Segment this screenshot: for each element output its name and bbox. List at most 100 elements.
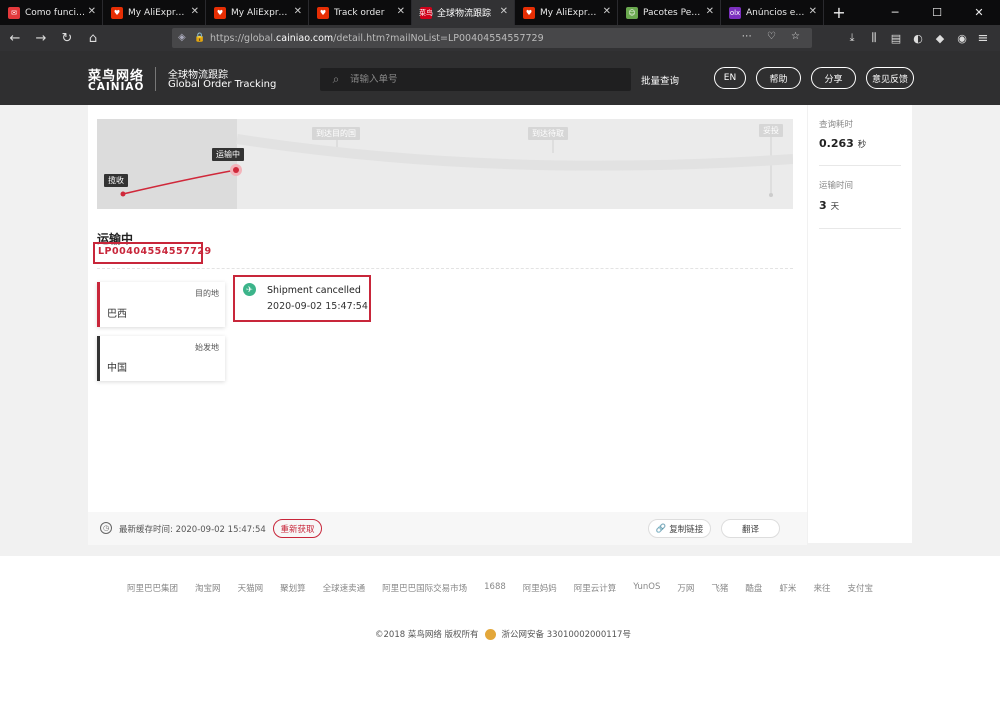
browser-tab[interactable]: ✉ Como funciona ✕ bbox=[0, 0, 103, 25]
extension-icon[interactable]: ◐ bbox=[910, 28, 926, 48]
icp-text[interactable]: 浙公网安备 33010002000117号 bbox=[502, 628, 631, 640]
footer-link[interactable]: 全球速卖通 bbox=[323, 582, 366, 594]
transit-time-value: 3 bbox=[819, 199, 827, 212]
maximize-button[interactable]: ☐ bbox=[916, 0, 958, 25]
download-icon[interactable]: ⤓ bbox=[844, 28, 860, 48]
transit-time: 3天 bbox=[819, 199, 839, 212]
stats-panel: 查询耗时 0.263 秒 运输时间 3天 bbox=[808, 105, 912, 543]
copy-link-label: 复制链接 bbox=[669, 524, 704, 535]
footer-link[interactable]: 阿里云计算 bbox=[574, 582, 617, 594]
clock-icon: ◷ bbox=[100, 522, 112, 534]
event-highlight bbox=[233, 275, 371, 322]
origin-bar bbox=[97, 336, 100, 381]
divider bbox=[97, 268, 793, 269]
window-controls: ─ ☐ ✕ bbox=[874, 0, 1000, 25]
divider bbox=[819, 165, 901, 166]
footer-link[interactable]: 阿里巴巴国际交易市场 bbox=[382, 582, 467, 594]
library-icon[interactable]: ⫼ bbox=[866, 28, 882, 48]
page-actions-icon[interactable]: ⋯ ♡ ☆ bbox=[742, 31, 806, 42]
translate-button[interactable]: 翻译 bbox=[721, 519, 780, 538]
footer-link[interactable]: 天猫网 bbox=[238, 582, 264, 594]
tracking-search-input[interactable] bbox=[350, 74, 631, 85]
transit-time-label: 运输时间 bbox=[819, 181, 854, 191]
share-button[interactable]: 分享 bbox=[811, 67, 856, 89]
forward-icon[interactable]: → bbox=[30, 28, 52, 48]
destination-bar bbox=[97, 282, 100, 327]
browser-tab[interactable]: olx Anúncios em Bo ✕ bbox=[721, 0, 824, 25]
footer-links: 阿里巴巴集团 淘宝网 天猫网 聚划算 全球速卖通 阿里巴巴国际交易市场 1688 阿里妈妈 阿里… bbox=[0, 582, 1000, 594]
tab-favicon-icon: ♥ bbox=[523, 6, 535, 19]
minimize-button[interactable]: ─ bbox=[874, 0, 916, 25]
tab-favicon-icon: olx bbox=[729, 6, 741, 19]
tab-favicon-icon: ☺ bbox=[626, 6, 638, 19]
tab-close-icon[interactable]: ✕ bbox=[500, 6, 508, 17]
tab-favicon-icon: 菜鸟 bbox=[419, 6, 433, 19]
copyright-text: ©2018 菜鸟网络 版权所有 bbox=[375, 630, 479, 640]
footer-link[interactable]: YunOS bbox=[633, 582, 660, 594]
reload-icon[interactable]: ↻ bbox=[56, 28, 78, 48]
refresh-button[interactable]: 重新获取 bbox=[273, 519, 322, 538]
browser-tab[interactable]: 菜鸟 全球物流跟踪 ✕ bbox=[412, 0, 515, 25]
new-tab-button[interactable]: + bbox=[824, 0, 854, 25]
footer-link[interactable]: 淘宝网 bbox=[195, 582, 221, 594]
destination-card: 目的地 巴西 bbox=[97, 282, 225, 327]
tracking-result-card: 揽收 运输中 到达目的国 到达待取 妥投 运输中 LP0040455455772… bbox=[88, 105, 807, 545]
card-footer: ◷ 最新缓存时间: 2020-09-02 15:47:54 重新获取 🔗 复制链… bbox=[88, 512, 807, 545]
destination-label: 目的地 bbox=[195, 289, 219, 298]
query-time-value: 0.263 bbox=[819, 137, 854, 150]
tab-close-icon[interactable]: ✕ bbox=[191, 6, 199, 17]
airplane-icon: ✈ bbox=[243, 283, 256, 296]
footer-link[interactable]: 支付宝 bbox=[847, 582, 873, 594]
footer-link[interactable]: 万网 bbox=[677, 582, 694, 594]
url-bar[interactable]: ◈ 🔒 https://global. cainiao.com/detail.ht… bbox=[172, 28, 812, 48]
query-time-label: 查询耗时 bbox=[819, 120, 854, 130]
footer-link[interactable]: 酷盘 bbox=[745, 582, 762, 594]
tab-close-icon[interactable]: ✕ bbox=[397, 6, 405, 17]
help-button[interactable]: 帮助 bbox=[756, 67, 801, 89]
batch-query-link[interactable]: 批量查询 bbox=[641, 73, 679, 87]
logo-en[interactable]: CAINIAO bbox=[88, 81, 145, 93]
footer-link[interactable]: 来往 bbox=[813, 582, 830, 594]
back-icon[interactable]: ← bbox=[4, 28, 26, 48]
footer-link[interactable]: 1688 bbox=[484, 582, 506, 594]
origin-value: 中国 bbox=[107, 363, 127, 374]
destination-value: 巴西 bbox=[107, 309, 127, 320]
browser-tab[interactable]: ♥ My AliExpress : N ✕ bbox=[103, 0, 206, 25]
browser-tab[interactable]: ♥ My AliExpress : N ✕ bbox=[515, 0, 618, 25]
footer-link[interactable]: 阿里妈妈 bbox=[523, 582, 557, 594]
stage-picked-up: 揽收 bbox=[104, 174, 128, 187]
browser-tab[interactable]: ♥ My AliExpress : N ✕ bbox=[206, 0, 309, 25]
footer-link[interactable]: 阿里巴巴集团 bbox=[127, 582, 178, 594]
site-header: 菜鸟网络 CAINIAO 全球物流跟踪 Global Order Trackin… bbox=[0, 51, 1000, 105]
event-description: Shipment cancelled bbox=[267, 285, 361, 296]
route-line bbox=[120, 129, 793, 197]
browser-tab[interactable]: ♥ Track order ✕ bbox=[309, 0, 412, 25]
link-icon: 🔗 bbox=[655, 523, 667, 534]
tab-close-icon[interactable]: ✕ bbox=[706, 6, 714, 17]
site-subtitle-en: Global Order Tracking bbox=[168, 79, 277, 90]
shield-icon[interactable]: ◈ bbox=[178, 32, 190, 44]
sync-icon[interactable]: ◉ bbox=[954, 28, 970, 48]
cache-time: 最新缓存时间: 2020-09-02 15:47:54 bbox=[119, 525, 266, 535]
tab-close-icon[interactable]: ✕ bbox=[294, 6, 302, 17]
footer-link[interactable]: 飞猪 bbox=[711, 582, 728, 594]
extension-icon[interactable]: ◆ bbox=[932, 28, 948, 48]
url-domain: cainiao.com bbox=[276, 32, 334, 44]
tab-close-icon[interactable]: ✕ bbox=[88, 6, 96, 17]
reader-icon[interactable]: ▤ bbox=[888, 28, 904, 48]
menu-icon[interactable]: ≡ bbox=[972, 28, 994, 48]
language-button[interactable]: EN bbox=[714, 67, 746, 89]
search-icon[interactable]: ⌕ bbox=[328, 72, 344, 88]
tab-close-icon[interactable]: ✕ bbox=[809, 6, 817, 17]
footer-link[interactable]: 聚划算 bbox=[280, 582, 306, 594]
copy-link-button[interactable]: 🔗 复制链接 bbox=[648, 519, 711, 538]
close-window-button[interactable]: ✕ bbox=[958, 0, 1000, 25]
footer-link[interactable]: 虾米 bbox=[779, 582, 796, 594]
tab-close-icon[interactable]: ✕ bbox=[603, 6, 611, 17]
lock-icon[interactable]: 🔒 bbox=[194, 33, 206, 43]
tab-favicon-icon: ♥ bbox=[317, 6, 329, 19]
browser-tab[interactable]: ☺ Pacotes Pendent ✕ bbox=[618, 0, 721, 25]
query-time: 0.263 秒 bbox=[819, 137, 866, 150]
feedback-button[interactable]: 意见反馈 bbox=[866, 67, 914, 89]
home-icon[interactable]: ⌂ bbox=[82, 28, 104, 48]
